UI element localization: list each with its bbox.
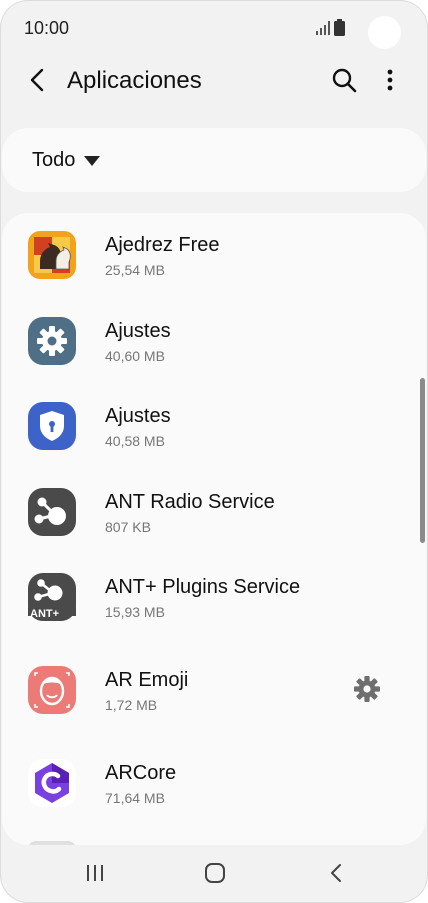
- app-size: 71,64 MB: [105, 790, 165, 806]
- home-icon[interactable]: [204, 862, 226, 884]
- svg-text:ANT+: ANT+: [30, 608, 59, 620]
- list-item[interactable]: Ajustes 40,58 MB: [2, 384, 426, 470]
- filter-dropdown[interactable]: Todo: [2, 128, 426, 192]
- system-back-icon[interactable]: [326, 862, 348, 884]
- scrollbar-thumb[interactable]: [420, 378, 425, 543]
- list-item[interactable]: AR Emoji 1,72 MB: [2, 648, 426, 734]
- settings-gear-icon: [28, 317, 76, 365]
- app-name: Ajustes: [105, 320, 171, 342]
- search-icon[interactable]: [330, 66, 358, 94]
- recent-apps-icon[interactable]: [84, 862, 106, 884]
- arcore-icon: [28, 759, 76, 807]
- security-shield-icon: [28, 402, 76, 450]
- app-size: 40,58 MB: [105, 433, 165, 449]
- chess-app-icon: [28, 231, 76, 279]
- phone-screen: 10:00 Aplicaciones Todo Ajedrez Free 25,…: [0, 0, 428, 903]
- app-size: 1,72 MB: [105, 697, 158, 713]
- ar-emoji-icon: [28, 666, 76, 714]
- app-size: 15,93 MB: [105, 604, 165, 620]
- app-name: Ajedrez Free: [105, 234, 220, 256]
- next-item-peek: [28, 841, 76, 845]
- ant-plugins-icon: ANT+: [28, 573, 76, 621]
- app-bar: Aplicaciones: [0, 56, 428, 108]
- app-name: ANT+ Plugins Service: [105, 576, 301, 598]
- status-bar: 10:00: [0, 0, 428, 56]
- list-item[interactable]: Ajustes 40,60 MB: [2, 299, 426, 385]
- app-name: ARCore: [105, 762, 177, 784]
- signal-icon: [316, 21, 330, 35]
- status-time: 10:00: [24, 18, 70, 38]
- battery-icon: [334, 19, 345, 36]
- app-name: Ajustes: [105, 405, 171, 427]
- app-name: ANT Radio Service: [105, 491, 275, 513]
- app-size: 40,60 MB: [105, 348, 165, 364]
- filter-label: Todo: [32, 149, 76, 171]
- list-item[interactable]: ANT Radio Service 807 KB: [2, 470, 426, 556]
- ant-radio-icon: [28, 488, 76, 536]
- app-size: 807 KB: [105, 519, 151, 535]
- navigation-bar: [0, 846, 428, 903]
- list-item[interactable]: ARCore 71,64 MB: [2, 741, 426, 827]
- more-options-icon[interactable]: [380, 66, 400, 94]
- list-item[interactable]: ANT+ ANT+ Plugins Service 15,93 MB: [2, 555, 426, 641]
- dropdown-arrow-icon: [84, 156, 100, 166]
- back-arrow-icon[interactable]: [24, 66, 52, 94]
- front-camera-cutout: [368, 16, 401, 49]
- app-name: AR Emoji: [105, 669, 189, 691]
- app-list: Ajedrez Free 25,54 MB Ajustes 40,60 MB A…: [2, 213, 426, 845]
- list-item[interactable]: Ajedrez Free 25,54 MB: [2, 213, 426, 299]
- app-size: 25,54 MB: [105, 262, 165, 278]
- app-settings-gear-icon[interactable]: [352, 674, 382, 704]
- page-title: Aplicaciones: [67, 67, 202, 94]
